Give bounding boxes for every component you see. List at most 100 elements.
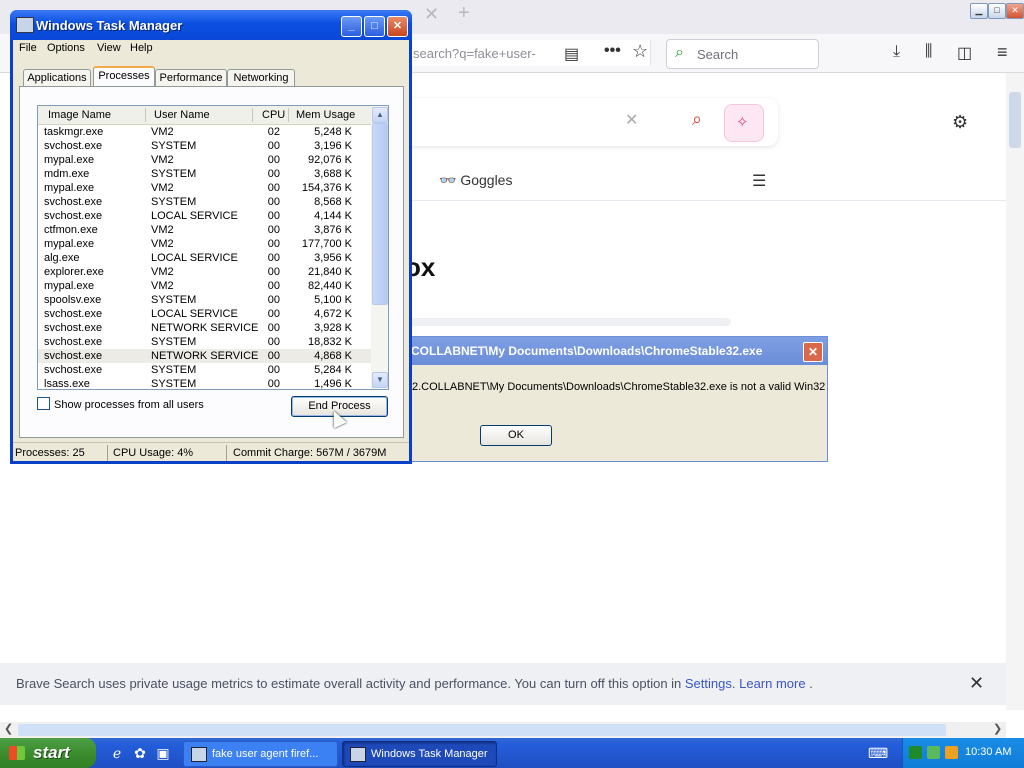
scroll-down-icon[interactable]: ▼ (372, 372, 388, 388)
table-row[interactable]: svchost.exe SYSTEM 00 18,832 K (38, 335, 371, 349)
table-row[interactable]: ctfmon.exe VM2 00 3,876 K (38, 223, 371, 237)
column-separator[interactable] (288, 108, 289, 122)
table-row[interactable]: mypal.exe VM2 00 154,376 K (38, 181, 371, 195)
page-vertical-scrollbar[interactable] (1006, 73, 1024, 710)
goggles-tab[interactable]: 👓 Goggles (439, 172, 512, 189)
table-row[interactable]: alg.exe LOCAL SERVICE 00 3,956 K (38, 251, 371, 265)
table-row[interactable]: svchost.exe NETWORK SERVICE 00 3,928 K (38, 321, 371, 335)
menu-view[interactable]: View (97, 42, 121, 54)
ok-button[interactable]: OK (480, 425, 552, 446)
column-mem-usage[interactable]: Mem Usage (296, 109, 355, 121)
search-bar[interactable]: ⌕ Search (666, 39, 819, 69)
table-row[interactable]: explorer.exe VM2 00 21,840 K (38, 265, 371, 279)
url-text: search?q=fake+user- (413, 46, 536, 61)
sparkle-icon: ✧ (736, 114, 749, 131)
error-dialog-titlebar[interactable]: COLLABNET\My Documents\Downloads\ChromeS… (406, 337, 827, 365)
filter-sliders-icon[interactable]: ☰ (752, 171, 766, 191)
table-row[interactable]: mypal.exe VM2 00 177,700 K (38, 237, 371, 251)
table-row[interactable]: svchost.exe SYSTEM 00 8,568 K (38, 195, 371, 209)
process-mem: 3,688 K (314, 168, 352, 180)
keyboard-icon[interactable]: ⌨ (868, 744, 888, 762)
internet-explorer-icon[interactable]: ℯ (108, 744, 126, 762)
minimize-icon[interactable]: _ (341, 16, 362, 37)
taskbar-button-task-manager[interactable]: Windows Task Manager (342, 741, 497, 767)
start-button[interactable]: start (0, 738, 96, 768)
menu-bar: File Options View Help (13, 40, 409, 58)
table-row[interactable]: spoolsv.exe SYSTEM 00 5,100 K (38, 293, 371, 307)
show-all-processes-checkbox[interactable]: Show processes from all users (37, 397, 204, 411)
scroll-left-icon[interactable]: ❮ (4, 722, 13, 735)
tray-app-icon[interactable] (909, 746, 922, 759)
table-row[interactable]: lsass.exe SYSTEM 00 1,496 K (38, 377, 371, 389)
settings-link[interactable]: Settings (685, 676, 732, 691)
library-icon[interactable]: ⫼ (925, 43, 932, 61)
checkbox-icon[interactable] (37, 397, 50, 410)
menu-file[interactable]: File (19, 42, 37, 54)
table-row[interactable]: svchost.exe LOCAL SERVICE 00 4,672 K (38, 307, 371, 321)
minimize-icon[interactable]: ▁ (970, 3, 988, 19)
show-desktop-icon[interactable]: ▣ (154, 744, 172, 762)
tab-performance[interactable]: Performance (155, 69, 227, 87)
table-row[interactable]: svchost.exe LOCAL SERVICE 00 4,144 K (38, 209, 371, 223)
close-icon[interactable]: ✕ (387, 16, 408, 37)
process-mem: 4,672 K (314, 308, 352, 320)
clear-search-icon[interactable]: ✕ (625, 110, 638, 130)
process-list-scroll-thumb[interactable] (372, 123, 388, 305)
close-tab-icon[interactable]: ✕ (424, 4, 439, 25)
media-player-icon[interactable]: ✿ (131, 744, 149, 762)
network-icon[interactable] (927, 746, 940, 759)
close-icon[interactable]: ✕ (803, 342, 823, 362)
table-row[interactable]: svchost.exe SYSTEM 00 5,284 K (38, 363, 371, 377)
close-window-icon[interactable]: ✕ (1006, 3, 1024, 19)
maximize-icon[interactable]: □ (988, 3, 1006, 19)
table-row[interactable]: taskmgr.exe VM2 02 5,248 K (38, 125, 371, 139)
process-cpu: 00 (267, 252, 280, 264)
sidebar-icon[interactable]: ◫ (957, 43, 972, 63)
more-actions-icon[interactable]: ••• (604, 42, 621, 60)
column-separator[interactable] (145, 108, 146, 122)
table-row[interactable]: mdm.exe SYSTEM 00 3,688 K (38, 167, 371, 181)
menu-help[interactable]: Help (130, 42, 153, 54)
downloads-icon[interactable]: ⤓ (893, 43, 900, 61)
taskbar-button-firefox[interactable]: fake user agent firef... (183, 741, 338, 767)
hamburger-menu-icon[interactable]: ≡ (997, 42, 1008, 63)
scroll-up-icon[interactable]: ▲ (372, 107, 388, 123)
search-tray-icon[interactable] (945, 746, 958, 759)
process-list-scrollbar[interactable]: ▲ ▼ (371, 106, 388, 389)
search-icon[interactable]: ⌕ (692, 109, 702, 130)
maximize-icon[interactable]: □ (364, 16, 385, 37)
column-user-name[interactable]: User Name (154, 109, 210, 121)
process-mem: 3,956 K (314, 252, 352, 264)
horizontal-scroll-thumb[interactable] (18, 724, 946, 736)
table-row[interactable]: mypal.exe VM2 00 82,440 K (38, 279, 371, 293)
learn-more-link[interactable]: Learn more (739, 676, 805, 691)
close-banner-icon[interactable]: ✕ (969, 673, 984, 694)
table-row[interactable]: mypal.exe VM2 00 92,076 K (38, 153, 371, 167)
process-list[interactable]: Image Name User Name CPU Mem Usage taskm… (37, 105, 389, 390)
new-tab-icon[interactable]: + (458, 2, 470, 25)
column-cpu[interactable]: CPU (262, 109, 285, 121)
tab-networking[interactable]: Networking (227, 69, 295, 87)
task-manager-titlebar[interactable]: Windows Task Manager _ □ ✕ (10, 10, 412, 40)
table-row[interactable]: svchost.exe SYSTEM 00 3,196 K (38, 139, 371, 153)
process-name: mypal.exe (44, 154, 95, 166)
column-image-name[interactable]: Image Name (48, 109, 111, 121)
column-separator[interactable] (252, 108, 253, 122)
banner-tail: . (805, 676, 813, 691)
scroll-right-icon[interactable]: ❯ (993, 722, 1002, 735)
clock[interactable]: 10:30 AM (965, 746, 1011, 758)
error-message: 2.COLLABNET\My Documents\Downloads\Chrom… (412, 381, 826, 393)
menu-options[interactable]: Options (47, 42, 85, 54)
process-user: SYSTEM (151, 364, 197, 376)
brave-search-box[interactable]: ✕ ⌕ (405, 98, 778, 146)
tab-applications[interactable]: Applications (23, 69, 91, 87)
gear-icon[interactable]: ⚙ (952, 112, 968, 133)
process-cpu: 00 (267, 154, 280, 166)
process-cpu: 00 (267, 350, 280, 362)
page-scroll-thumb[interactable] (1009, 92, 1021, 148)
status-cpu-usage: CPU Usage: 4% (113, 447, 194, 459)
table-row[interactable]: svchost.exe NETWORK SERVICE 00 4,868 K (38, 349, 371, 363)
bookmark-star-icon[interactable]: ☆ (632, 41, 648, 62)
ai-answer-button[interactable]: ✧ (724, 104, 764, 142)
reader-view-icon[interactable]: ▤ (564, 44, 579, 64)
